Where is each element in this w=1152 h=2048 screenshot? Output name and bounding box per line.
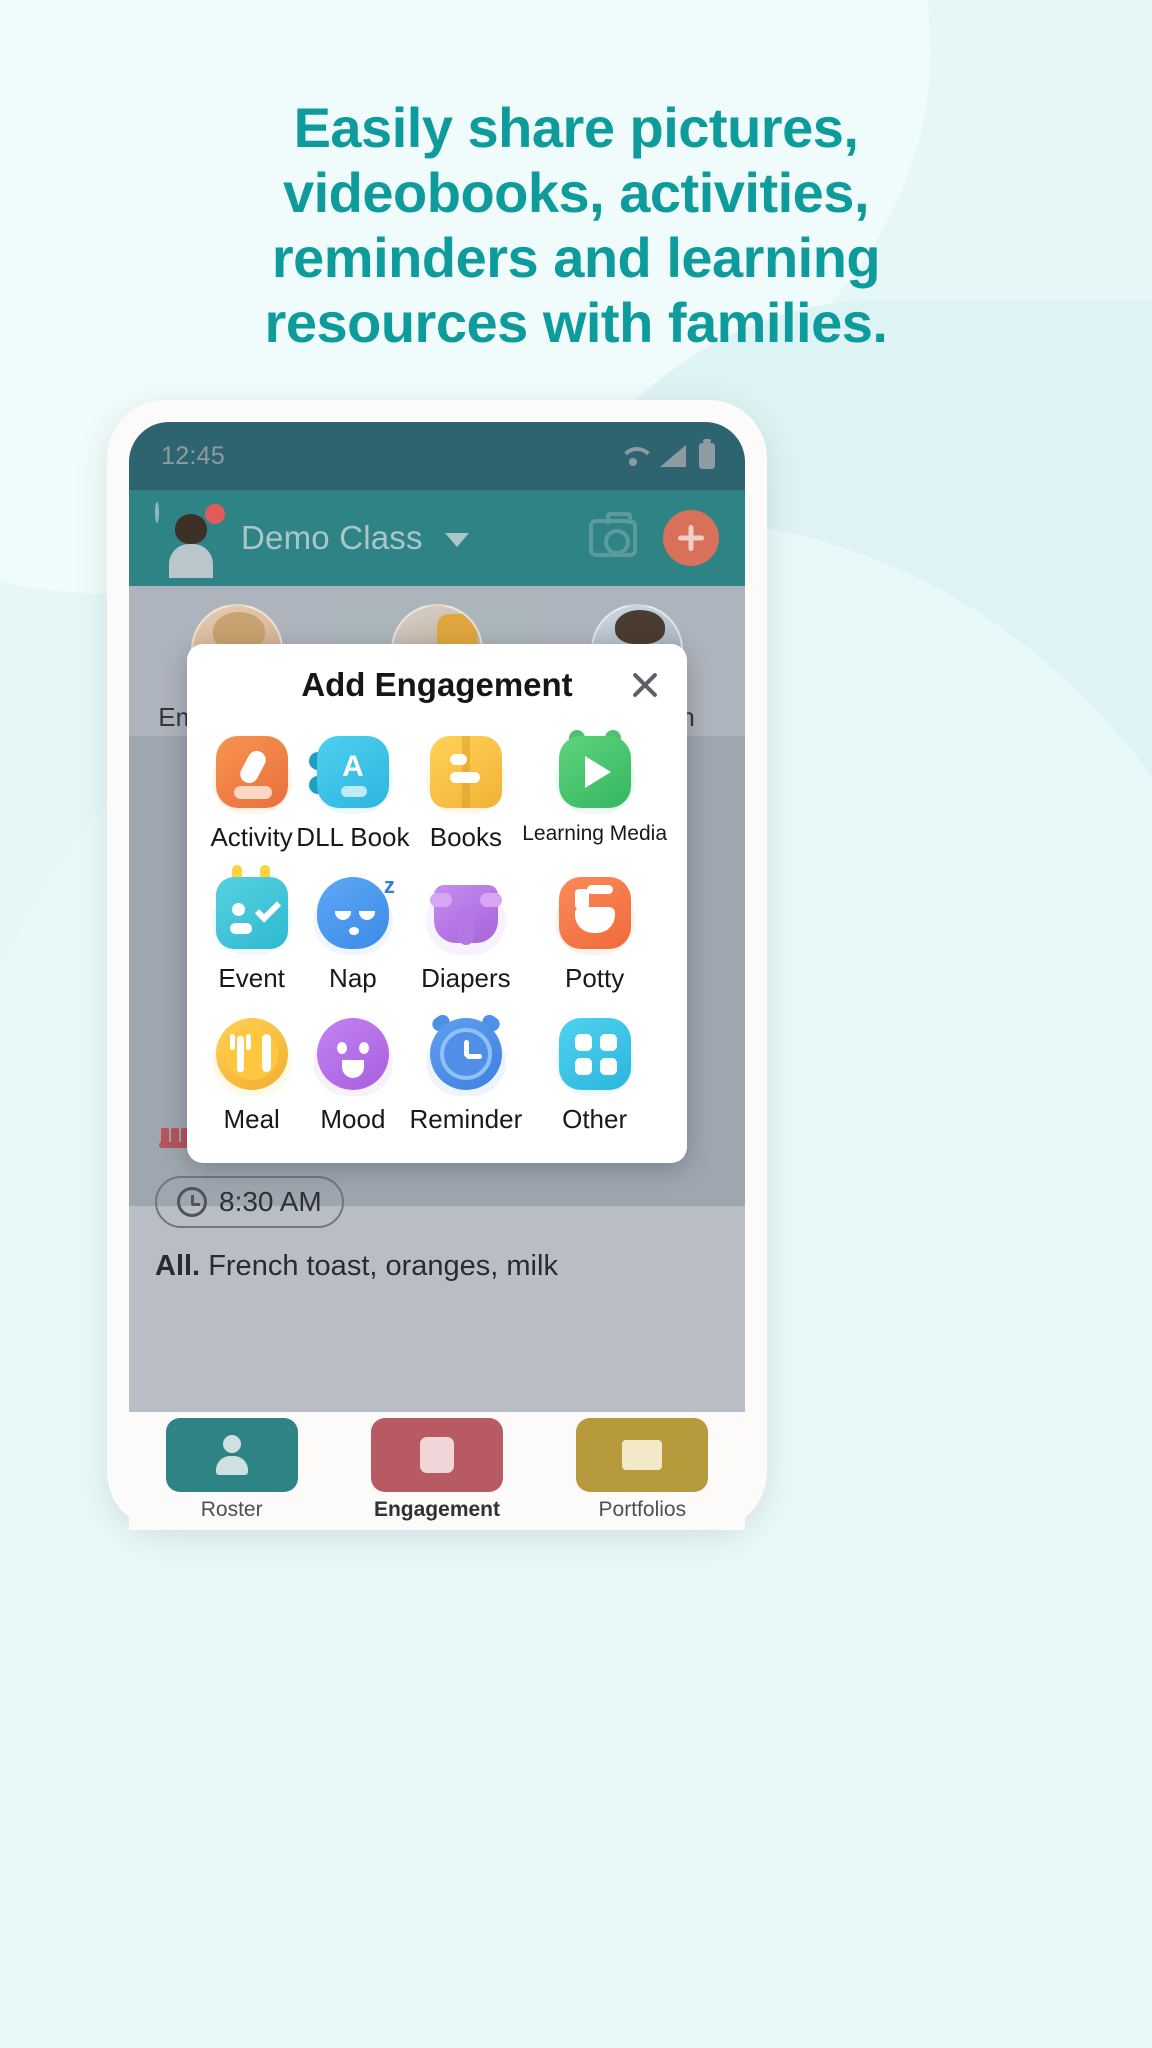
- headline-line-3: reminders and learning: [271, 225, 881, 289]
- status-bar-time: 12:45: [161, 441, 226, 470]
- engagement-option-learning-media[interactable]: Learning Media: [522, 730, 667, 853]
- class-selector-label[interactable]: Demo Class: [241, 519, 423, 557]
- status-bar-icons: [619, 439, 715, 469]
- battery-icon: [699, 439, 715, 469]
- reminder-icon: [424, 1012, 508, 1096]
- books-icon: [424, 730, 508, 814]
- activity-icon: [210, 730, 294, 814]
- engagement-option-label: Event: [218, 963, 285, 993]
- signal-icon: [660, 445, 686, 467]
- engagement-option-potty[interactable]: Potty: [522, 871, 667, 994]
- engagement-option-label: Learning Media: [522, 822, 667, 845]
- camera-icon[interactable]: [589, 512, 637, 557]
- nav-item-engagement[interactable]: Engagement: [335, 1418, 538, 1522]
- engagement-option-mood[interactable]: Mood: [296, 1012, 409, 1135]
- engagement-option-label: Nap: [329, 963, 377, 993]
- phone-mockup: 12:45 Demo Class Emily Grange: [107, 400, 767, 1530]
- phone-screen: 12:45 Demo Class Emily Grange: [129, 422, 745, 1530]
- headline-line-2: videobooks, activities,: [282, 160, 870, 224]
- headline-line-4: resources with families.: [264, 290, 888, 354]
- page-headline: Easily share pictures, videobooks, activ…: [0, 96, 1152, 356]
- notification-badge: [205, 504, 225, 524]
- close-icon[interactable]: [627, 668, 661, 702]
- nav-label-roster: Roster: [200, 1498, 263, 1521]
- dialog-header: Add Engagement: [207, 666, 667, 704]
- nav-item-portfolios[interactable]: Portfolios: [541, 1418, 744, 1522]
- engagement-option-activity[interactable]: Activity: [207, 730, 296, 853]
- engagement-option-meal[interactable]: Meal: [207, 1012, 296, 1135]
- event-icon: [210, 865, 294, 955]
- engagement-option-label: Mood: [320, 1104, 386, 1134]
- add-engagement-dialog: Add Engagement Activity A DLL Book Books…: [187, 644, 687, 1163]
- engagement-option-label: Books: [429, 822, 502, 852]
- header-actions: [589, 510, 719, 566]
- app-header: Demo Class: [129, 490, 745, 586]
- engagement-option-label: Diapers: [421, 963, 511, 993]
- log-entry-time-chip: 8:30 AM: [155, 1176, 344, 1228]
- engagement-option-dll-book[interactable]: A DLL Book: [296, 730, 410, 853]
- meal-icon: [210, 1012, 294, 1096]
- diapers-icon: [424, 871, 508, 955]
- dll-book-icon: A: [308, 730, 395, 814]
- meal-icon: [155, 1126, 191, 1162]
- avatar-image: [155, 502, 159, 523]
- engagement-option-nap[interactable]: z Nap: [296, 871, 409, 994]
- dialog-title: Add Engagement: [301, 666, 573, 703]
- book-icon: [576, 1418, 709, 1492]
- clock-icon: [177, 1187, 207, 1217]
- engagement-options-grid: Activity A DLL Book Books Learning Media…: [207, 730, 667, 1135]
- headline-line-1: Easily share pictures,: [293, 96, 859, 159]
- engagement-option-books[interactable]: Books: [410, 730, 523, 853]
- chevron-down-icon[interactable]: [444, 533, 469, 547]
- engagement-option-label: Meal: [223, 1104, 280, 1134]
- log-entry-time: 8:30 AM: [219, 1186, 322, 1217]
- log-entry-note-prefix: All.: [155, 1250, 201, 1282]
- engagement-option-label: DLL Book: [296, 822, 410, 852]
- avatar[interactable]: [155, 502, 225, 572]
- nav-item-roster[interactable]: Roster: [130, 1418, 333, 1522]
- engagement-option-diapers[interactable]: Diapers: [410, 871, 523, 994]
- other-icon: [553, 1012, 637, 1096]
- engagement-icon: [370, 1418, 503, 1492]
- wifi-icon: [619, 445, 647, 467]
- nav-label-engagement: Engagement: [373, 1498, 500, 1521]
- person-icon: [165, 1418, 298, 1492]
- status-bar: 12:45: [129, 422, 745, 490]
- engagement-option-label: Reminder: [409, 1104, 523, 1134]
- engagement-option-label: Activity: [210, 822, 293, 852]
- nap-icon: z: [311, 871, 395, 955]
- engagement-option-reminder[interactable]: Reminder: [409, 1012, 523, 1135]
- mood-icon: [311, 1012, 395, 1096]
- engagement-option-label: Potty: [564, 963, 625, 993]
- engagement-option-label: Other: [562, 1104, 628, 1134]
- engagement-option-other[interactable]: Other: [522, 1012, 667, 1135]
- potty-icon: [553, 871, 637, 955]
- log-entry-note: All. French toast, oranges, milk: [155, 1250, 719, 1283]
- plus-icon[interactable]: [663, 510, 719, 566]
- log-entry-note-text: French toast, oranges, milk: [208, 1250, 558, 1282]
- nav-label-portfolios: Portfolios: [598, 1498, 687, 1521]
- bottom-navigation: Roster Engagement Portfolios: [129, 1412, 745, 1530]
- learning-media-icon: [553, 730, 637, 814]
- engagement-option-event[interactable]: Event: [207, 865, 296, 994]
